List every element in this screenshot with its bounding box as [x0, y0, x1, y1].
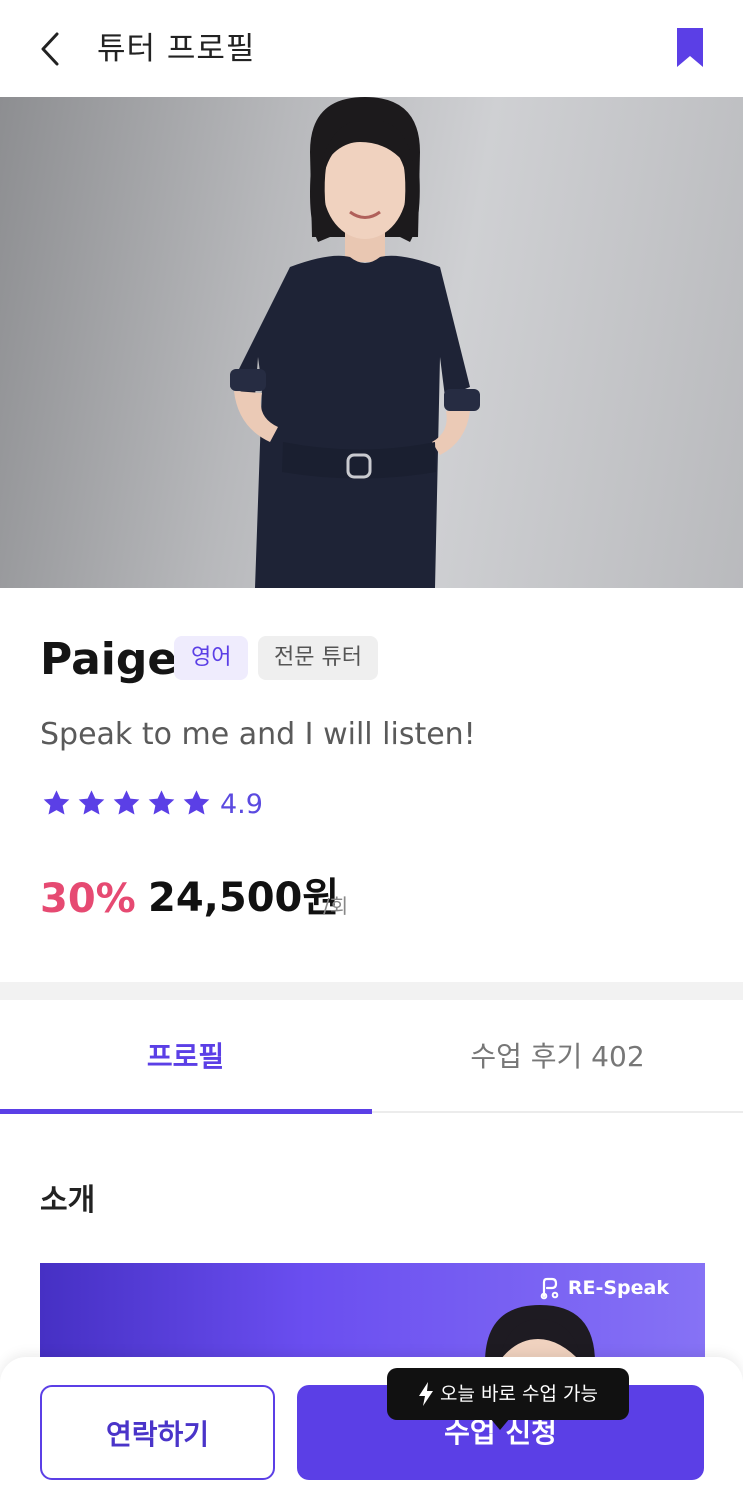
language-tag: 영어: [174, 636, 249, 680]
tutor-portrait-image: [230, 97, 480, 588]
tutor-name: Paige: [40, 634, 178, 685]
tutor-photo: [0, 97, 743, 588]
availability-tooltip: 오늘 바로 수업 가능: [387, 1368, 629, 1420]
discount-rate: 30%: [40, 876, 136, 922]
active-tab-indicator: [0, 1109, 372, 1114]
star-icon: [110, 787, 143, 819]
price-unit: /회: [323, 894, 349, 918]
bookmark-icon: [677, 28, 703, 67]
tutor-type-tag: 전문 튜터: [258, 636, 378, 680]
star-icon: [180, 787, 213, 819]
contact-button[interactable]: 연락하기: [40, 1385, 275, 1480]
back-button[interactable]: [30, 26, 70, 72]
chevron-left-icon: [41, 32, 59, 66]
star-icon: [75, 787, 108, 819]
star-icon: [40, 787, 73, 819]
tooltip-arrow: [490, 1418, 510, 1430]
page-title: 튜터 프로필: [97, 31, 256, 67]
tooltip-text: 오늘 바로 수업 가능: [440, 1383, 598, 1405]
tab-reviews[interactable]: 수업 후기 402: [372, 1000, 743, 1113]
rating-value: 4.9: [220, 789, 263, 820]
bookmark-button[interactable]: [673, 26, 707, 70]
tab-profile[interactable]: 프로필: [0, 1000, 371, 1113]
lesson-price: 24,500원: [148, 875, 340, 921]
star-icon: [145, 787, 178, 819]
app-header: 튜터 프로필: [0, 0, 743, 97]
intro-section-title: 소개: [40, 1183, 96, 1218]
tutor-tagline: Speak to me and I will listen!: [40, 717, 476, 752]
rating-stars: [40, 787, 213, 819]
section-divider: [0, 982, 743, 1000]
lightning-icon: [419, 1382, 434, 1406]
